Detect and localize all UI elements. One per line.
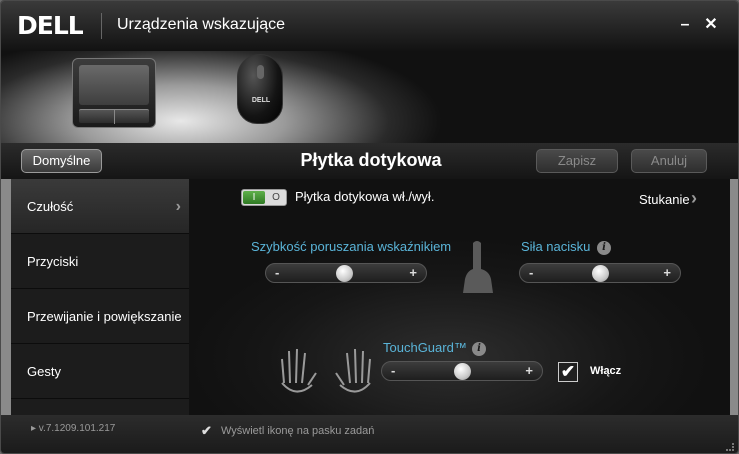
pointer-speed-slider[interactable]: - +: [265, 263, 427, 283]
sidebar-item-gestures[interactable]: Gesty: [11, 344, 189, 399]
sidebar-item-label: Czułość: [27, 199, 74, 214]
page-title: Płytka dotykowa: [300, 150, 442, 170]
close-button[interactable]: ✕: [701, 15, 721, 35]
slider-thumb[interactable]: [592, 265, 609, 282]
slider-minus-icon[interactable]: -: [391, 363, 395, 378]
slider-thumb[interactable]: [335, 265, 353, 282]
sidebar-item-label: Przewijanie i powiększanie: [27, 309, 182, 324]
pointer-speed-label: Szybkość poruszania wskaźnikiem: [251, 239, 452, 254]
slider-plus-icon[interactable]: +: [525, 363, 533, 378]
resize-grip-icon[interactable]: [726, 443, 734, 451]
sidebar-item-sensitivity[interactable]: Czułość ›: [11, 179, 189, 234]
window-title: Urządzenia wskazujące: [117, 16, 286, 33]
slider-thumb[interactable]: [454, 363, 471, 380]
touchguard-label: TouchGuard™: [383, 340, 467, 355]
mouse-brand-label: DELL: [251, 97, 271, 104]
info-icon[interactable]: i: [597, 241, 611, 255]
chevron-right-icon[interactable]: ›: [691, 188, 697, 209]
press-force-slider[interactable]: - +: [519, 263, 681, 283]
status-bar: ▸ v.7.1209.101.217 ✔ Wyświetl ikonę na p…: [1, 415, 738, 453]
touchpad-toggle[interactable]: I O: [241, 189, 287, 206]
device-banner: DELL: [1, 51, 738, 143]
save-button[interactable]: Zapisz: [536, 149, 618, 173]
info-icon[interactable]: i: [472, 342, 486, 356]
touchguard-slider[interactable]: - +: [381, 361, 543, 381]
slider-minus-icon[interactable]: -: [275, 265, 279, 280]
touchpad-toggle-label: Płytka dotykowa wł./wył.: [295, 189, 435, 204]
chevron-right-icon: ›: [175, 198, 181, 215]
sidebar-item-scroll-zoom[interactable]: Przewijanie i powiększanie: [11, 289, 189, 344]
slider-plus-icon[interactable]: +: [663, 265, 671, 280]
toolbar: Domyślne Płytka dotykowa Zapisz Anuluj: [1, 143, 738, 179]
touchguard-enable-label: Włącz: [590, 365, 622, 377]
defaults-button[interactable]: Domyślne: [21, 149, 102, 173]
toggle-off-state: O: [272, 192, 280, 203]
settings-panel: I O Płytka dotykowa wł./wył. Stukanie › …: [189, 179, 730, 415]
sidebar-item-label: Przyciski: [27, 254, 79, 269]
finger-press-icon: [463, 241, 493, 293]
touchpad-device-image[interactable]: [72, 58, 156, 128]
cancel-button[interactable]: Anuluj: [631, 149, 707, 173]
touchpad-buttons: [79, 109, 149, 124]
mouse-wheel: [257, 65, 264, 79]
hands-icon: [281, 348, 371, 393]
app-window: DELL Urządzenia wskazujące – ✕ DELL Domy…: [0, 0, 739, 454]
sidebar-item-buttons[interactable]: Przyciski: [11, 234, 189, 289]
touchpad-surface: [79, 65, 149, 105]
sidebar-item-label: Gesty: [27, 364, 61, 379]
title-bar[interactable]: DELL Urządzenia wskazujące – ✕: [1, 1, 738, 51]
touchguard-enable-checkbox[interactable]: ✔: [558, 362, 578, 382]
title-divider: [101, 13, 102, 39]
dell-logo: DELL: [17, 11, 84, 40]
toggle-on-state: I: [243, 191, 265, 204]
sidebar: Czułość › Przyciski Przewijanie i powięk…: [11, 179, 189, 415]
mouse-device-image[interactable]: DELL: [237, 54, 283, 124]
tray-icon-checkbox[interactable]: ✔: [201, 424, 215, 438]
tapping-link[interactable]: Stukanie: [639, 192, 690, 207]
version-label[interactable]: ▸ v.7.1209.101.217: [31, 423, 115, 434]
tray-icon-label: Wyświetl ikonę na pasku zadań: [221, 425, 375, 437]
slider-plus-icon[interactable]: +: [409, 265, 417, 280]
slider-minus-icon[interactable]: -: [529, 265, 533, 280]
press-force-label: Siła nacisku: [521, 239, 591, 254]
minimize-button[interactable]: –: [675, 15, 695, 35]
